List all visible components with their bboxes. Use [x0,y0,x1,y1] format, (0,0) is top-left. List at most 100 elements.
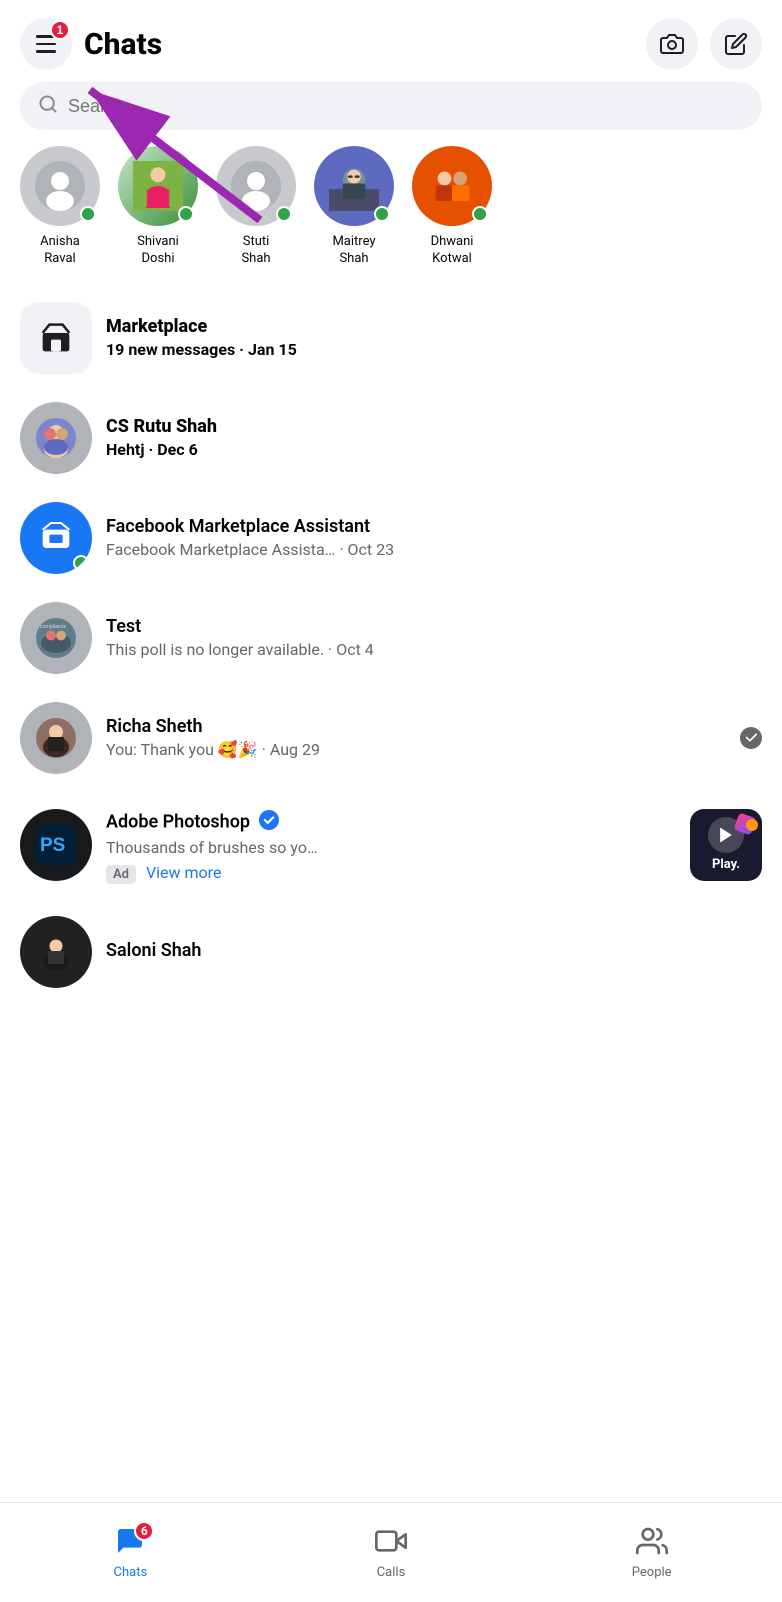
saloni-shah-avatar-icon [36,932,76,972]
online-indicator [276,206,292,222]
chat-content-richa-sheth: Richa Sheth You: Thank you 🥰🎉 · Aug 29 [106,716,726,759]
chat-content-saloni-shah: Saloni Shah [106,940,762,964]
nav-item-chats[interactable]: 6 Chats [0,1515,261,1590]
cs-rutu-shah-avatar-icon [36,418,76,458]
chat-list: Marketplace 19 new messages · Jan 15 CS … [0,288,782,1102]
story-name: AnishaRaval [40,234,80,268]
online-indicator [374,206,390,222]
chat-avatar-test: compliance [20,602,92,674]
play-icon [716,825,736,845]
nav-icon-chats: 6 [114,1525,146,1561]
chat-preview: You: Thank you 🥰🎉 · Aug 29 [106,740,726,759]
ad-thumbnail[interactable]: Play. [690,809,762,881]
chat-name: Adobe Photoshop [106,810,676,835]
adobe-ps-avatar-icon: PS [36,825,76,865]
online-indicator [472,206,488,222]
nav-item-people[interactable]: People [521,1515,782,1590]
chat-content-cs-rutu-shah: CS Rutu Shah Hehtj · Dec 6 [106,416,762,459]
story-item-shivani[interactable]: ShivaniDoshi [118,146,198,268]
chat-item-saloni-shah[interactable]: Saloni Shah [0,902,782,1002]
bottom-nav: 6 Chats Calls People [0,1502,782,1602]
story-photo-shivani [133,161,183,211]
story-photo-maitrey [329,161,379,211]
default-avatar-icon [35,161,85,211]
story-item-anisha[interactable]: AnishaRaval [20,146,100,268]
view-more-link[interactable]: View more [146,863,221,882]
play-label: Play. [712,857,740,872]
chat-item-cs-rutu-shah[interactable]: CS Rutu Shah Hehtj · Dec 6 [0,388,782,488]
test-avatar-icon: compliance [36,618,76,658]
chat-avatar-richa-sheth [20,702,92,774]
story-item-maitrey[interactable]: MaitreyShah [314,146,394,268]
page-title: Chats [84,27,646,62]
story-name: DhwaniKotwal [431,234,474,268]
search-icon [38,94,58,118]
story-name: MaitreyShah [332,234,375,268]
compose-icon [724,32,748,56]
online-indicator [73,555,89,571]
chat-avatar-saloni-shah [20,916,92,988]
story-photo-dhwani [427,161,477,211]
calls-nav-icon [375,1525,407,1557]
read-receipt [740,727,762,749]
chat-preview: 19 new messages · Jan 15 [106,340,762,359]
chat-name: Facebook Marketplace Assistant [106,516,762,537]
people-nav-label: People [632,1565,672,1580]
chat-content-test: Test This poll is no longer available. ·… [106,616,762,659]
menu-notification-badge: 1 [50,20,70,40]
online-indicator [80,206,96,222]
stories-row: AnishaRaval ShivaniDoshi [0,146,782,288]
chat-content-adobe-photoshop: Adobe Photoshop Thousands of brushes so … [106,806,676,884]
story-item-dhwani[interactable]: DhwaniKotwal [412,146,492,268]
chat-preview: This poll is no longer available. · Oct … [106,640,762,659]
header: 1 Chats [0,0,782,82]
chat-name: Marketplace [106,316,762,337]
story-name: StutiShah [241,234,270,268]
nav-icon-people [636,1525,668,1561]
people-nav-icon [636,1525,668,1557]
menu-button[interactable]: 1 [20,18,72,70]
chat-item-richa-sheth[interactable]: Richa Sheth You: Thank you 🥰🎉 · Aug 29 [0,688,782,788]
verified-badge [259,810,279,835]
check-icon [745,731,758,744]
chat-content-fb-mp-assistant: Facebook Marketplace Assistant Facebook … [106,516,762,559]
svg-text:PS: PS [40,835,65,856]
calls-nav-label: Calls [377,1565,406,1580]
chat-avatar-cs-rutu-shah [20,402,92,474]
chat-preview: Facebook Marketplace Assista… · Oct 23 [106,540,762,559]
fb-marketplace-assistant-icon [36,518,76,558]
chat-item-adobe-photoshop[interactable]: PS Adobe Photoshop Thousands of brushes … [0,788,782,902]
search-input-wrap[interactable] [20,82,762,130]
default-avatar-icon [231,161,281,211]
online-indicator [178,206,194,222]
chat-preview: Thousands of brushes so yo… [106,838,676,857]
chat-avatar-adobe-photoshop: PS [20,809,92,881]
chat-name: Test [106,616,762,637]
header-actions [646,18,762,70]
nav-icon-calls [375,1525,407,1561]
search-bar [20,82,762,130]
chat-name: Saloni Shah [106,940,762,961]
story-name: ShivaniDoshi [137,234,179,268]
chat-name: CS Rutu Shah [106,416,762,437]
camera-icon [660,32,684,56]
nav-item-calls[interactable]: Calls [261,1515,522,1590]
chat-content-marketplace: Marketplace 19 new messages · Jan 15 [106,316,762,359]
chat-preview: Hehtj · Dec 6 [106,440,762,459]
ad-row: Ad View more [106,863,676,884]
search-input[interactable] [68,96,744,117]
chat-meta-richa-sheth [740,727,762,749]
chat-item-fb-marketplace-assistant[interactable]: Facebook Marketplace Assistant Facebook … [0,488,782,588]
svg-text:compliance: compliance [40,624,66,630]
chat-item-test[interactable]: compliance Test This poll is no longer a… [0,588,782,688]
chat-name: Richa Sheth [106,716,726,737]
camera-button[interactable] [646,18,698,70]
ad-badge: Ad [106,865,136,884]
richa-sheth-avatar-icon [36,718,76,758]
compose-button[interactable] [710,18,762,70]
chat-item-marketplace[interactable]: Marketplace 19 new messages · Jan 15 [0,288,782,388]
chats-nav-label: Chats [114,1565,148,1580]
marketplace-avatar [20,302,92,374]
marketplace-icon [36,318,76,358]
story-item-stuti[interactable]: StutiShah [216,146,296,268]
